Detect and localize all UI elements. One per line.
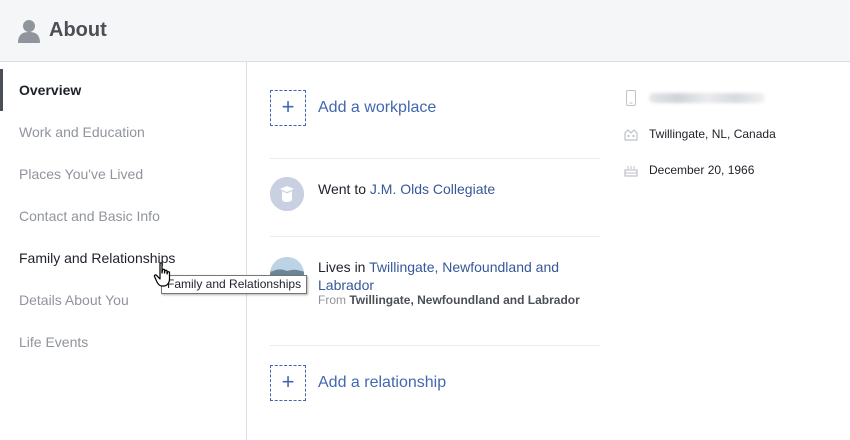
hometown-row: Twillingate, NL, Canada: [623, 126, 776, 142]
person-icon: [18, 19, 40, 43]
school-icon: [270, 177, 304, 211]
about-sidebar: Overview Work and Education Places You'v…: [0, 62, 247, 440]
sidebar-item-places-lived[interactable]: Places You've Lived: [0, 153, 246, 195]
phone-value-redacted: [649, 93, 765, 103]
hand-cursor-icon: [153, 262, 171, 287]
lives-place-link[interactable]: Twillingate, Newfoundland and: [369, 259, 559, 275]
lives-prefix: Lives in: [318, 259, 370, 275]
divider: [270, 236, 600, 237]
add-workplace-plus-icon[interactable]: +: [270, 90, 306, 126]
phone-row: [623, 90, 765, 106]
sidebar-item-contact-info[interactable]: Contact and Basic Info: [0, 195, 246, 237]
education-prefix: Went to: [318, 181, 370, 197]
sidebar-item-life-events[interactable]: Life Events: [0, 321, 246, 363]
lives-text: Lives in Twillingate, Newfoundland and L…: [318, 258, 578, 294]
birthday-text: December 20, 1966: [649, 163, 755, 177]
education-text: Went to J.M. Olds Collegiate: [318, 180, 495, 198]
intro-info: Twillingate, NL, Canada December 20, 196…: [623, 62, 850, 440]
sidebar-item-family-relationships[interactable]: Family and Relationships: [0, 237, 246, 279]
cake-icon: [623, 162, 639, 178]
sidebar-item-work-education[interactable]: Work and Education: [0, 111, 246, 153]
birthday-row: December 20, 1966: [623, 162, 754, 178]
page-title: About: [49, 19, 107, 41]
sidebar-item-overview[interactable]: Overview: [0, 69, 246, 111]
hometown-text: Twillingate, NL, Canada: [649, 127, 776, 141]
from-place: Twillingate, Newfoundland and Labrador: [349, 293, 580, 307]
from-text: From Twillingate, Newfoundland and Labra…: [318, 293, 580, 307]
about-header: About: [0, 0, 850, 62]
add-relationship-plus-icon[interactable]: +: [270, 365, 306, 401]
tooltip: Family and Relationships: [161, 275, 308, 294]
divider: [270, 158, 600, 159]
buildings-icon: [623, 126, 639, 142]
add-relationship-link[interactable]: Add a relationship: [318, 374, 446, 392]
divider: [270, 345, 600, 346]
add-workplace-link[interactable]: Add a workplace: [318, 99, 436, 117]
from-prefix: From: [318, 293, 350, 307]
school-link[interactable]: J.M. Olds Collegiate: [370, 181, 495, 197]
phone-icon: [623, 90, 639, 106]
lives-place-link-cont[interactable]: Labrador: [318, 277, 374, 293]
